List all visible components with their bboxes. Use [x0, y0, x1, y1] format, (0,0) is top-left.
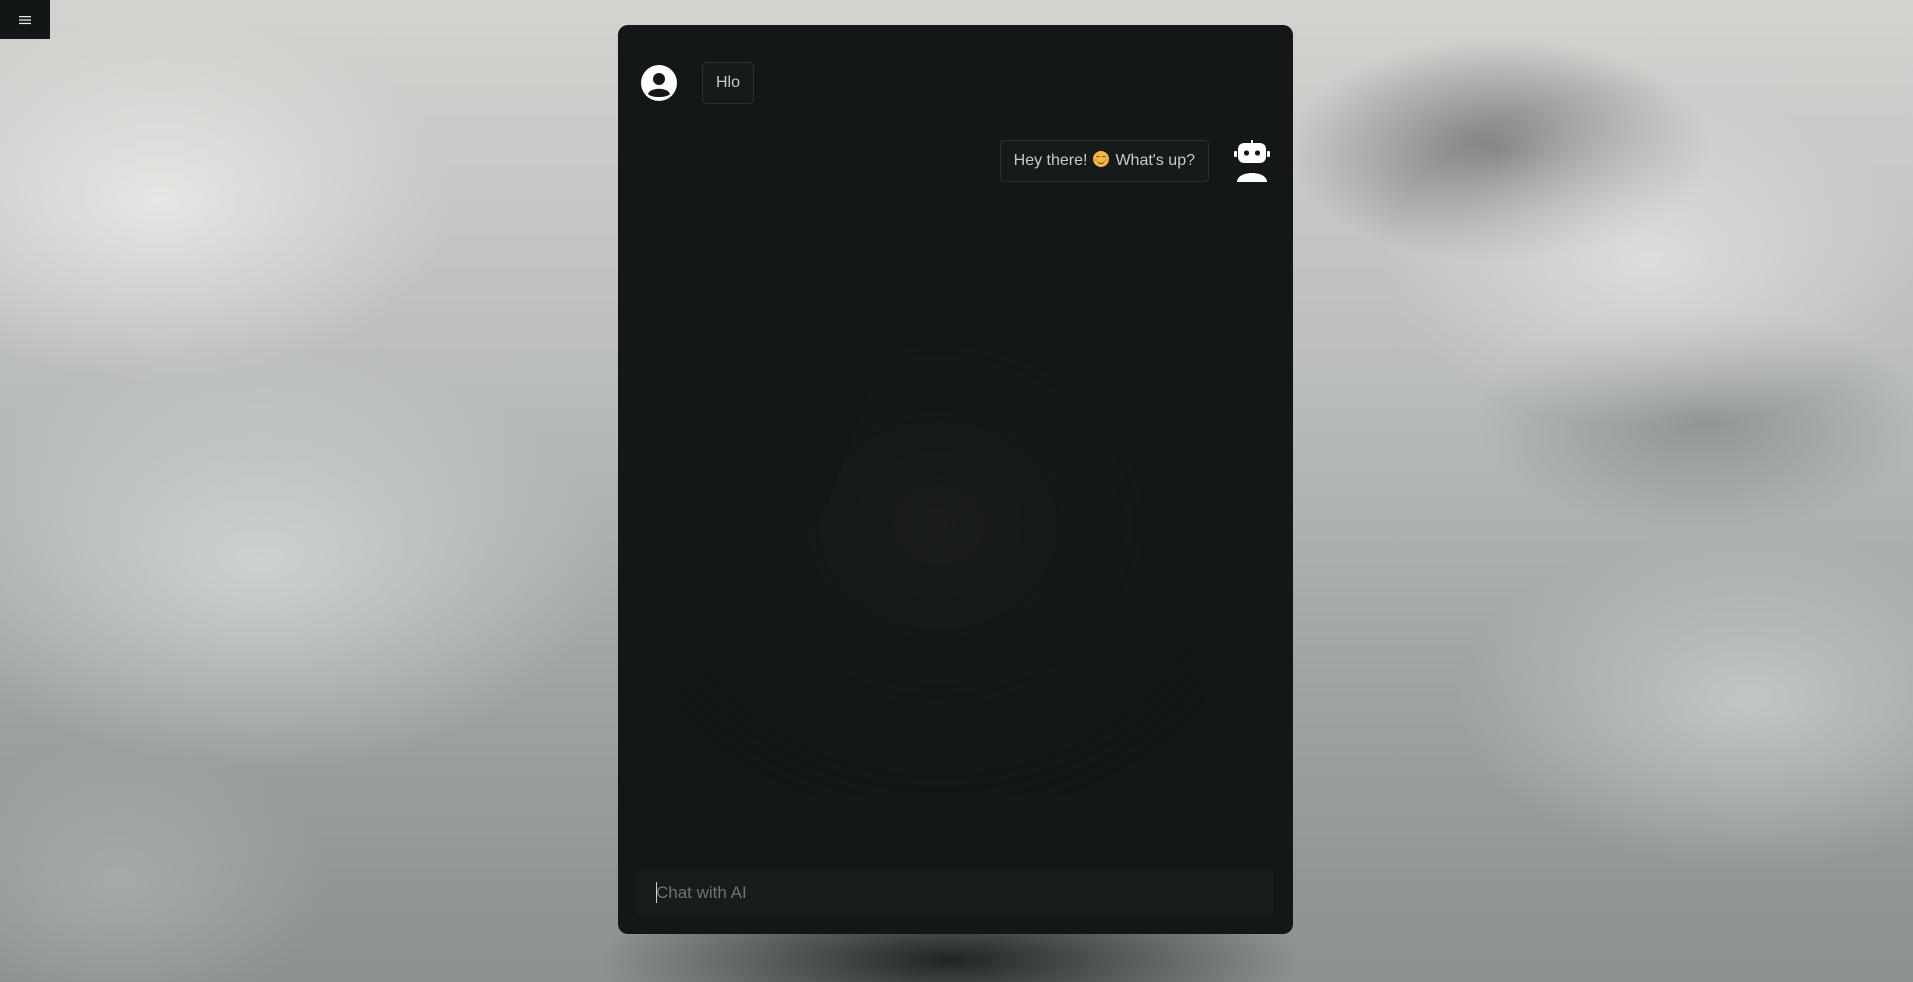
bot-message-text-start: Hey there!: [1013, 152, 1088, 169]
chat-input[interactable]: [637, 870, 1274, 915]
bot-message-text-end: What's up?: [1115, 152, 1195, 169]
smiling-face-emoji-icon: [1093, 151, 1110, 167]
menu-button[interactable]: [0, 0, 50, 39]
text-caret: [656, 882, 657, 903]
bot-message-bubble: Hey there! What's up?: [999, 140, 1209, 182]
chat-input-bar: [637, 870, 1274, 915]
user-message-bubble: Hlo: [702, 62, 755, 104]
message-row-bot: Hey there! What's up?: [999, 140, 1271, 182]
background-mountain-image: [658, 305, 1218, 795]
hamburger-menu-icon: [19, 15, 31, 25]
user-circle-icon: [640, 64, 678, 102]
chat-panel: Hlo Hey there! What's up?: [618, 25, 1293, 934]
robot-icon: [1233, 140, 1271, 182]
message-row-user: Hlo: [640, 62, 755, 104]
